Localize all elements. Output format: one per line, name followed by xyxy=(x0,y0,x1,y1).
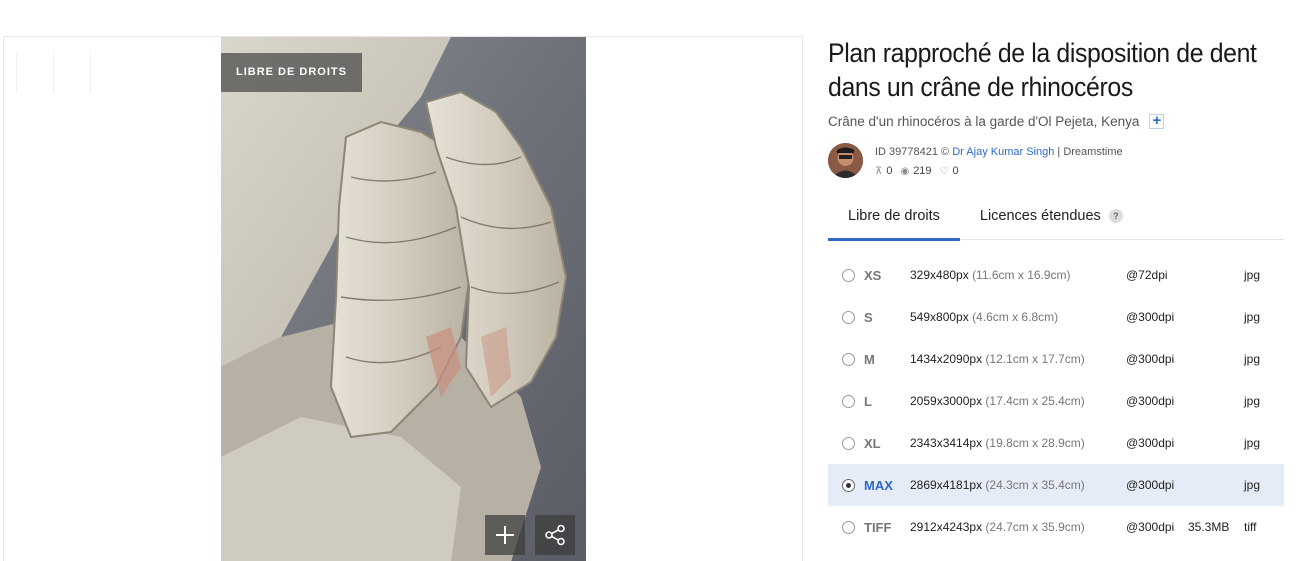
size-cm: (12.1cm x 17.7cm) xyxy=(985,352,1085,366)
size-option-s[interactable]: S 549x800px (4.6cm x 6.8cm) @300dpi jpg xyxy=(828,296,1284,338)
image-id: ID 39778421 © xyxy=(875,146,950,158)
image-viewer: LIBRE DE DROITS xyxy=(3,36,803,561)
size-dimensions: 329x480px (11.6cm x 16.9cm) xyxy=(910,268,1126,282)
size-cm: (19.8cm x 28.9cm) xyxy=(985,436,1085,450)
size-options: XS 329x480px (11.6cm x 16.9cm) @72dpi jpg S 5… xyxy=(828,254,1284,548)
expand-description-button[interactable]: + xyxy=(1149,113,1165,129)
size-dpi: @300dpi xyxy=(1126,394,1175,408)
downloads-icon: ⊼ xyxy=(875,166,883,177)
size-radio[interactable] xyxy=(842,436,855,450)
size-option-m[interactable]: M 1434x2090px (12.1cm x 17.7cm) @300dpi jpg xyxy=(828,338,1284,380)
help-icon[interactable]: ? xyxy=(1108,209,1123,224)
size-dpi: @300dpi xyxy=(1126,310,1175,324)
size-format: jpg xyxy=(1244,436,1261,450)
size-dimensions: 1434x2090px (12.1cm x 17.7cm) xyxy=(910,352,1126,366)
size-name: TIFF xyxy=(864,519,892,535)
size-format: tiff xyxy=(1244,520,1257,534)
zoom-button[interactable] xyxy=(485,515,525,555)
size-name: MAX xyxy=(864,477,893,493)
size-pixels: 549x800px xyxy=(910,310,969,324)
size-format: jpg xyxy=(1244,478,1261,492)
size-dpi: @300dpi xyxy=(1126,478,1175,492)
image-description: Crâne d'un rhinocéros à la garde d'Ol Pe… xyxy=(828,113,1284,129)
size-radio[interactable] xyxy=(842,268,855,282)
size-cm: (4.6cm x 6.8cm) xyxy=(972,310,1059,324)
size-radio[interactable] xyxy=(842,520,855,534)
size-name: L xyxy=(864,393,872,409)
downloads-stat: ⊼ 0 xyxy=(875,162,892,181)
size-cm: (17.4cm x 25.4cm) xyxy=(985,394,1085,408)
size-cm: (11.6cm x 16.9cm) xyxy=(972,268,1071,282)
avatar[interactable] xyxy=(828,143,863,178)
views-stat: ◉ 219 xyxy=(900,162,931,181)
size-radio[interactable] xyxy=(842,394,855,408)
size-pixels: 2343x3414px xyxy=(910,436,983,450)
size-pixels: 1434x2090px xyxy=(910,352,983,366)
size-cm: (24.7cm x 35.9cm) xyxy=(985,520,1085,534)
size-dimensions: 2869x4181px (24.3cm x 35.4cm) xyxy=(910,478,1126,492)
main-photo[interactable] xyxy=(221,37,586,561)
page-title: Plan rapproché de la disposition de dent… xyxy=(828,38,1257,102)
author-meta: ID 39778421 © Dr Ajay Kumar Singh | Drea… xyxy=(875,143,1123,181)
size-cm: (24.3cm x 35.4cm) xyxy=(985,478,1085,492)
likes-icon: ♡ xyxy=(939,166,949,177)
size-radio[interactable] xyxy=(842,478,855,492)
size-radio[interactable] xyxy=(842,352,855,366)
size-dpi: @300dpi xyxy=(1126,436,1175,450)
size-option-xl[interactable]: XL 2343x3414px (19.8cm x 28.9cm) @300dpi jp… xyxy=(828,422,1284,464)
size-format: jpg xyxy=(1244,268,1261,282)
zoom-plus-icon xyxy=(496,526,514,544)
subtitle-text: Crâne d'un rhinocéros à la garde d'Ol Pe… xyxy=(828,114,1140,129)
size-name: XS xyxy=(864,267,882,283)
license-tabs: Libre de droits Licences étendues? xyxy=(828,207,1284,241)
size-dimensions: 549x800px (4.6cm x 6.8cm) xyxy=(910,310,1126,324)
share-icon xyxy=(545,524,565,546)
tab-extended-licenses[interactable]: Licences étendues? xyxy=(960,207,1143,240)
author-block: ID 39778421 © Dr Ajay Kumar Singh | Drea… xyxy=(828,143,1284,181)
size-dpi: @300dpi xyxy=(1126,520,1175,534)
size-pixels: 2912x4243px xyxy=(910,520,983,534)
size-name: M xyxy=(864,351,875,367)
share-button[interactable] xyxy=(535,515,575,555)
author-link[interactable]: Dr Ajay Kumar Singh xyxy=(952,146,1054,158)
size-option-xs[interactable]: XS 329x480px (11.6cm x 16.9cm) @72dpi jpg xyxy=(828,254,1284,296)
size-option-l[interactable]: L 2059x3000px (17.4cm x 25.4cm) @300dpi jpg xyxy=(828,380,1284,422)
size-pixels: 2869x4181px xyxy=(910,478,983,492)
size-format: jpg xyxy=(1244,352,1261,366)
size-dimensions: 2912x4243px (24.7cm x 35.9cm) xyxy=(910,520,1126,534)
image-info-panel: Plan rapproché de la disposition de dent… xyxy=(828,36,1284,548)
size-radio[interactable] xyxy=(842,310,855,324)
views-icon: ◉ xyxy=(900,166,910,177)
size-format: jpg xyxy=(1244,310,1261,324)
thumbnail[interactable] xyxy=(90,53,127,93)
size-dpi: @72dpi xyxy=(1126,268,1168,282)
thumbnail[interactable] xyxy=(53,53,90,93)
size-format: jpg xyxy=(1244,394,1261,408)
thumbnail[interactable] xyxy=(16,53,53,93)
size-dimensions: 2059x3000px (17.4cm x 25.4cm) xyxy=(910,394,1126,408)
size-pixels: 329x480px xyxy=(910,268,969,282)
likes-stat: ♡ 0 xyxy=(940,162,959,181)
tab-royalty-free[interactable]: Libre de droits xyxy=(828,207,960,241)
royalty-free-badge: LIBRE DE DROITS xyxy=(221,53,362,92)
size-name: XL xyxy=(864,435,881,451)
size-filesize: 35.3MB xyxy=(1188,520,1230,534)
size-dimensions: 2343x3414px (19.8cm x 28.9cm) xyxy=(910,436,1126,450)
image-stats: ⊼ 0 ◉ 219 ♡ 0 xyxy=(875,162,1123,181)
size-name: S xyxy=(864,309,873,325)
size-option-tiff[interactable]: TIFF 2912x4243px (24.7cm x 35.9cm) @300dpi… xyxy=(828,506,1284,548)
size-dpi: @300dpi xyxy=(1126,352,1175,366)
size-option-max[interactable]: MAX 2869x4181px (24.3cm x 35.4cm) @300dpi j… xyxy=(828,464,1284,506)
agency-label: | Dreamstime xyxy=(1057,146,1123,158)
thumbnail-strip xyxy=(16,53,127,93)
size-pixels: 2059x3000px xyxy=(910,394,983,408)
